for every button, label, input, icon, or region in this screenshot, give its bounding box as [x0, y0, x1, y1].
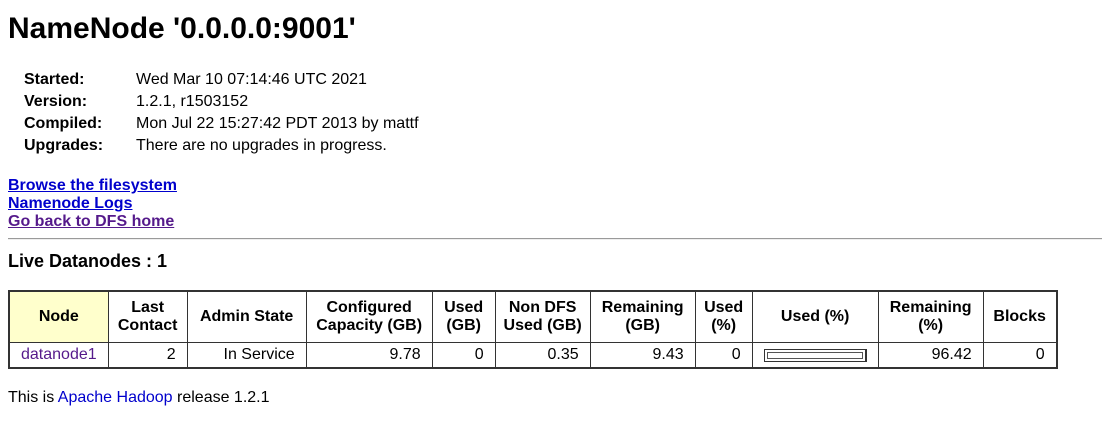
footer-prefix: This is	[8, 389, 58, 406]
footer: This is Apache Hadoop release 1.2.1	[8, 388, 270, 408]
info-row-compiled: Compiled: Mon Jul 22 15:27:42 PDT 2013 b…	[24, 113, 419, 135]
column-header-last-contact[interactable]: Last Contact	[107, 290, 188, 343]
cell-used-gb: 0	[431, 342, 496, 369]
column-header-configured-capacity[interactable]: Configured Capacity (GB)	[305, 290, 433, 343]
footer-suffix: release 1.2.1	[172, 389, 270, 406]
started-value: Wed Mar 10 07:14:46 UTC 2021	[136, 71, 367, 88]
namenode-logs-link[interactable]: Namenode Logs	[8, 195, 177, 213]
cell-configured-capacity: 9.78	[305, 342, 433, 369]
cell-remaining-pct: 96.42	[877, 342, 984, 369]
namenode-info-table: Started: Wed Mar 10 07:14:46 UTC 2021 Ve…	[24, 69, 419, 157]
cell-used-pct-bar	[751, 342, 879, 369]
info-row-upgrades: Upgrades: There are no upgrades in progr…	[24, 135, 419, 157]
cell-used-pct: 0	[694, 342, 753, 369]
cell-non-dfs-used: 0.35	[494, 342, 591, 369]
info-row-version: Version: 1.2.1, r1503152	[24, 91, 419, 113]
cell-blocks: 0	[982, 342, 1058, 369]
cell-remaining-gb: 9.43	[589, 342, 696, 369]
cell-last-contact: 2	[107, 342, 188, 369]
version-label: Version:	[24, 93, 88, 110]
usage-bar	[763, 348, 867, 362]
upgrades-label: Upgrades:	[24, 137, 104, 154]
browse-filesystem-link[interactable]: Browse the filesystem	[8, 177, 177, 195]
column-header-used-gb[interactable]: Used (GB)	[431, 290, 496, 343]
datanodes-header-row: Node Last Contact Admin State Configured…	[8, 290, 1058, 343]
version-value: 1.2.1, r1503152	[136, 93, 249, 110]
column-header-non-dfs-used[interactable]: Non DFS Used (GB)	[494, 290, 591, 343]
navigation-links: Browse the filesystem Namenode Logs Go b…	[8, 177, 177, 231]
live-datanodes-heading: Live Datanodes : 1	[8, 251, 168, 271]
table-row: datanode1 2 In Service 9.78 0 0.35 9.43 …	[8, 342, 1058, 369]
page-title: NameNode '0.0.0.0:9001'	[8, 12, 356, 45]
column-header-node[interactable]: Node	[8, 290, 109, 343]
datanode-link[interactable]: datanode1	[21, 346, 97, 363]
column-header-used-pct-bar: Used (%)	[751, 290, 879, 343]
info-row-started: Started: Wed Mar 10 07:14:46 UTC 2021	[24, 69, 419, 91]
column-header-blocks[interactable]: Blocks	[982, 290, 1058, 343]
column-header-used-pct[interactable]: Used (%)	[694, 290, 753, 343]
cell-node: datanode1	[8, 342, 109, 369]
datanodes-table: Node Last Contact Admin State Configured…	[8, 290, 1058, 369]
section-divider	[8, 238, 1102, 240]
cell-admin-state: In Service	[186, 342, 307, 369]
column-header-remaining-gb[interactable]: Remaining (GB)	[589, 290, 696, 343]
compiled-label: Compiled:	[24, 115, 103, 132]
column-header-admin-state[interactable]: Admin State	[186, 290, 307, 343]
column-header-remaining-pct[interactable]: Remaining (%)	[877, 290, 984, 343]
dfs-home-link[interactable]: Go back to DFS home	[8, 213, 177, 231]
apache-hadoop-link[interactable]: Apache Hadoop	[58, 389, 173, 406]
started-label: Started:	[24, 71, 85, 88]
upgrades-value: There are no upgrades in progress.	[136, 137, 387, 154]
compiled-value: Mon Jul 22 15:27:42 PDT 2013 by mattf	[136, 115, 419, 132]
